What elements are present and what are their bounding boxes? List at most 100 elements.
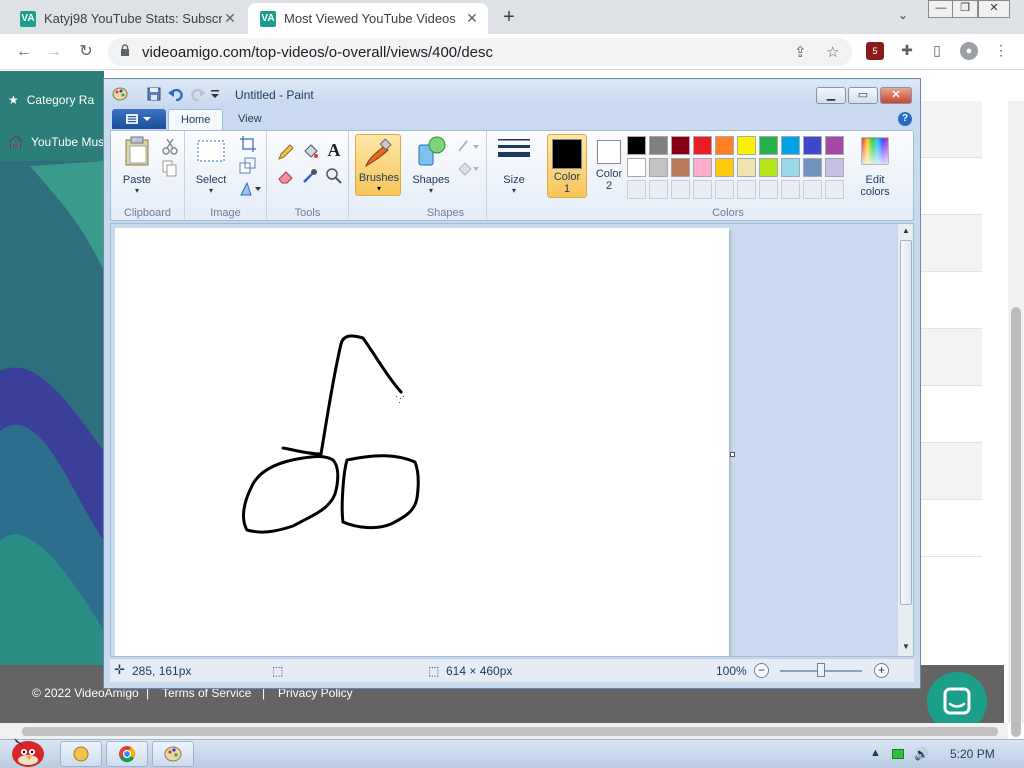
tab-search-chevron-icon[interactable]: ⌄ (898, 8, 908, 22)
help-icon[interactable]: ? (898, 112, 912, 126)
palette-swatch[interactable] (803, 158, 822, 177)
fill-bucket-icon[interactable] (301, 143, 319, 161)
angry-bird-start-icon[interactable] (6, 732, 50, 768)
custom-color-slot[interactable] (693, 180, 712, 199)
size-button[interactable]: Size ▾ (493, 135, 535, 195)
palette-swatch[interactable] (627, 136, 646, 155)
browser-tab-2[interactable]: VA Most Viewed YouTube Videos ✕ (248, 3, 488, 34)
color-2-button[interactable]: Color 2 (589, 134, 629, 198)
palette-swatch[interactable] (693, 158, 712, 177)
scrollbar-thumb[interactable] (1011, 307, 1021, 737)
scrollbar-thumb[interactable] (22, 727, 998, 736)
copy-icon[interactable] (161, 159, 179, 177)
color-1-button[interactable]: Color 1 (547, 134, 587, 198)
redo-icon[interactable] (190, 87, 206, 101)
extensions-puzzle-icon[interactable]: ✚ (898, 42, 916, 60)
custom-color-slot[interactable] (627, 180, 646, 199)
palette-swatch[interactable] (649, 136, 668, 155)
paint-maximize-button[interactable]: ▭ (848, 87, 878, 104)
scroll-down-arrow-icon[interactable]: ▼ (902, 642, 910, 651)
edit-colors-button[interactable]: Edit colors (853, 135, 897, 198)
outline-icon[interactable] (457, 137, 481, 155)
brushes-button[interactable]: Brushes ▾ (355, 134, 401, 196)
crop-icon[interactable] (239, 135, 257, 153)
nav-item-category-rankings[interactable]: ★ Category Ra (8, 93, 94, 107)
custom-color-slot[interactable] (737, 180, 756, 199)
page-vertical-scrollbar[interactable] (1008, 101, 1024, 737)
cut-scissors-icon[interactable] (161, 137, 179, 155)
reload-icon[interactable]: ↻ (76, 42, 96, 62)
restore-button[interactable]: ❐ (952, 0, 978, 18)
palette-swatch[interactable] (737, 158, 756, 177)
profile-avatar-icon[interactable]: ● (960, 42, 978, 60)
zoom-out-button[interactable]: − (754, 663, 769, 678)
close-window-button[interactable]: ✕ (978, 0, 1010, 18)
close-tab-icon[interactable]: ✕ (464, 10, 480, 27)
paint-minimize-button[interactable]: ▁ (816, 87, 846, 104)
zoom-in-button[interactable]: + (874, 663, 889, 678)
palette-swatch[interactable] (715, 158, 734, 177)
canvas-vertical-scrollbar[interactable]: ▲ ▼ (897, 224, 913, 656)
tab-home[interactable]: Home (168, 109, 224, 131)
taskbar-item-explorer[interactable] (60, 741, 102, 767)
custom-color-slot[interactable] (649, 180, 668, 199)
palette-swatch[interactable] (649, 158, 668, 177)
forward-arrow-icon[interactable]: → (44, 42, 64, 62)
resize-icon[interactable] (239, 157, 257, 175)
share-icon[interactable]: ⇪ (794, 43, 807, 61)
drawing-canvas[interactable] (115, 228, 729, 656)
paint-file-menu-button[interactable] (112, 109, 166, 129)
taskbar-item-paint[interactable] (152, 741, 194, 767)
menu-kebab-icon[interactable]: ⋮ (992, 42, 1010, 60)
canvas-resize-handle[interactable] (730, 452, 735, 457)
palette-swatch[interactable] (671, 136, 690, 155)
text-tool-icon[interactable]: A (325, 141, 343, 159)
custom-color-slot[interactable] (781, 180, 800, 199)
palette-swatch[interactable] (693, 136, 712, 155)
undo-icon[interactable] (168, 87, 184, 101)
palette-swatch[interactable] (825, 136, 844, 155)
magnifier-icon[interactable] (325, 167, 343, 185)
custom-color-slot[interactable] (671, 180, 690, 199)
palette-swatch[interactable] (759, 136, 778, 155)
custom-color-slot[interactable] (715, 180, 734, 199)
page-horizontal-scrollbar[interactable] (0, 723, 1008, 739)
volume-icon[interactable]: 🔊 (914, 747, 929, 761)
address-bar[interactable]: videoamigo.com/top-videos/o-overall/view… (108, 38, 852, 66)
fill-icon[interactable] (457, 159, 481, 177)
new-tab-button[interactable]: + (498, 6, 520, 28)
extension-shield-icon[interactable]: 5 (866, 42, 884, 60)
bookmark-star-icon[interactable]: ☆ (826, 43, 839, 61)
back-arrow-icon[interactable]: ← (14, 42, 34, 62)
save-icon[interactable] (146, 87, 162, 101)
taskbar-clock[interactable]: 5:20 PM (950, 747, 995, 761)
palette-swatch[interactable] (825, 158, 844, 177)
palette-swatch[interactable] (737, 136, 756, 155)
eraser-icon[interactable] (277, 167, 295, 185)
close-tab-icon[interactable]: ✕ (222, 10, 238, 27)
paste-button[interactable]: Paste ▾ (117, 135, 157, 195)
quick-access-dropdown-icon[interactable] (210, 87, 220, 101)
palette-swatch[interactable] (715, 136, 734, 155)
scrollbar-thumb[interactable] (900, 240, 912, 605)
paint-app-icon[interactable] (112, 87, 128, 101)
tray-expand-icon[interactable]: ▲ (870, 747, 881, 759)
pencil-icon[interactable] (277, 143, 295, 161)
network-icon[interactable] (892, 749, 904, 759)
browser-tab-1[interactable]: VA Katyj98 YouTube Stats: Subscri ✕ (8, 3, 246, 34)
custom-color-slot[interactable] (803, 180, 822, 199)
minimize-button[interactable]: — (928, 0, 954, 18)
nav-item-youtube-music[interactable]: 🎧 YouTube Mus (8, 135, 104, 149)
tab-view[interactable]: View (226, 109, 274, 131)
custom-color-slot[interactable] (825, 180, 844, 199)
paint-close-button[interactable]: ✕ (880, 87, 912, 104)
custom-color-slot[interactable] (759, 180, 778, 199)
side-panel-icon[interactable]: ▯ (928, 42, 946, 60)
paint-titlebar[interactable]: Untitled - Paint ▁ ▭ ✕ (104, 79, 920, 109)
palette-swatch[interactable] (781, 158, 800, 177)
palette-swatch[interactable] (759, 158, 778, 177)
palette-swatch[interactable] (803, 136, 822, 155)
rotate-icon[interactable] (239, 179, 263, 197)
shapes-button[interactable]: Shapes ▾ (409, 135, 453, 195)
palette-swatch[interactable] (781, 136, 800, 155)
